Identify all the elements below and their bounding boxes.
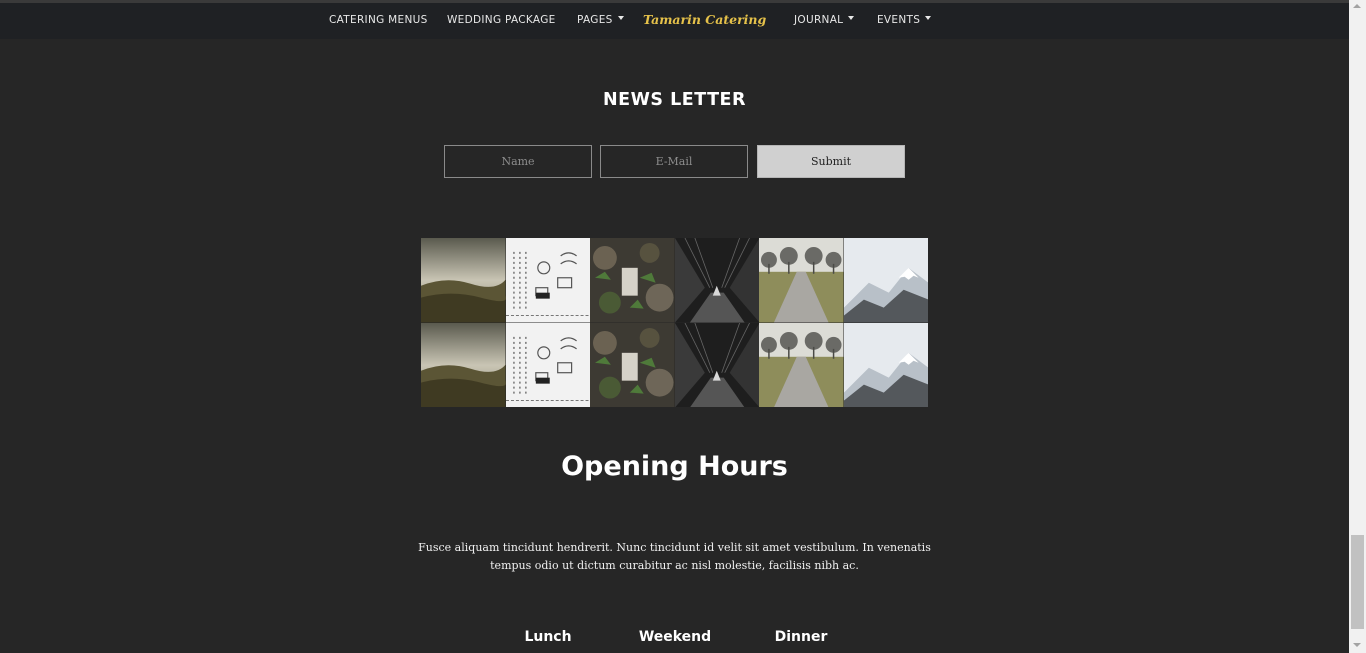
nav-label: CATERING MENUS — [329, 14, 428, 26]
caret-down-icon — [925, 16, 932, 20]
scroll-down-arrow-icon[interactable] — [1353, 643, 1361, 647]
gallery-tile-snowy-mountain[interactable] — [843, 238, 928, 323]
newsletter-title: NEWS LETTER — [603, 90, 746, 110]
nav-label: WEDDING PACKAGE — [447, 14, 556, 26]
gallery-tile-hills-landscape[interactable] — [421, 322, 506, 407]
hours-heading-lunch: Lunch — [524, 629, 572, 645]
gallery-tile-tree-lined-path[interactable] — [759, 322, 844, 407]
nav-label: JOURNAL — [794, 14, 844, 26]
newsletter-submit-button[interactable]: Submit — [757, 145, 905, 178]
opening-hours-description: Fusce aliquam tincidunt hendrerit. Nunc … — [418, 541, 931, 572]
scrollbar-thumb[interactable] — [1351, 535, 1364, 629]
nav-events-dropdown[interactable]: EVENTS — [877, 14, 932, 26]
caret-down-icon — [848, 16, 855, 20]
gallery-tile-snowy-mountain[interactable] — [843, 322, 928, 407]
newsletter-name-input[interactable] — [444, 145, 592, 178]
gallery-tile-dark-forest-road[interactable] — [674, 238, 759, 323]
gallery-tile-line-icons-sheet[interactable] — [505, 322, 590, 407]
nav-label: PAGES — [577, 14, 613, 26]
navbar: CATERING MENUS WEDDING PACKAGE PAGES Tam… — [0, 3, 1349, 39]
nav-wedding-package[interactable]: WEDDING PACKAGE — [447, 14, 556, 26]
gallery-tile-mossy-stones[interactable] — [590, 322, 675, 407]
hours-heading-weekend: Weekend — [638, 629, 712, 645]
newsletter-email-input[interactable] — [600, 145, 748, 178]
nav-catering-menus[interactable]: CATERING MENUS — [329, 14, 428, 26]
gallery-tile-dark-forest-road[interactable] — [674, 322, 759, 407]
gallery-tile-line-icons-sheet[interactable] — [505, 238, 590, 323]
brand-logo[interactable]: Tamarin Catering — [643, 12, 766, 27]
photo-gallery — [421, 238, 928, 407]
scroll-up-arrow-icon[interactable] — [1353, 4, 1361, 8]
hours-heading-dinner: Dinner — [774, 629, 828, 645]
nav-pages-dropdown[interactable]: PAGES — [577, 14, 624, 26]
nav-journal-dropdown[interactable]: JOURNAL — [794, 14, 855, 26]
gallery-tile-hills-landscape[interactable] — [421, 238, 506, 323]
nav-label: EVENTS — [877, 14, 921, 26]
gallery-tile-tree-lined-path[interactable] — [759, 238, 844, 323]
opening-hours-title: Opening Hours — [561, 451, 788, 482]
caret-down-icon — [617, 16, 624, 20]
gallery-tile-mossy-stones[interactable] — [590, 238, 675, 323]
